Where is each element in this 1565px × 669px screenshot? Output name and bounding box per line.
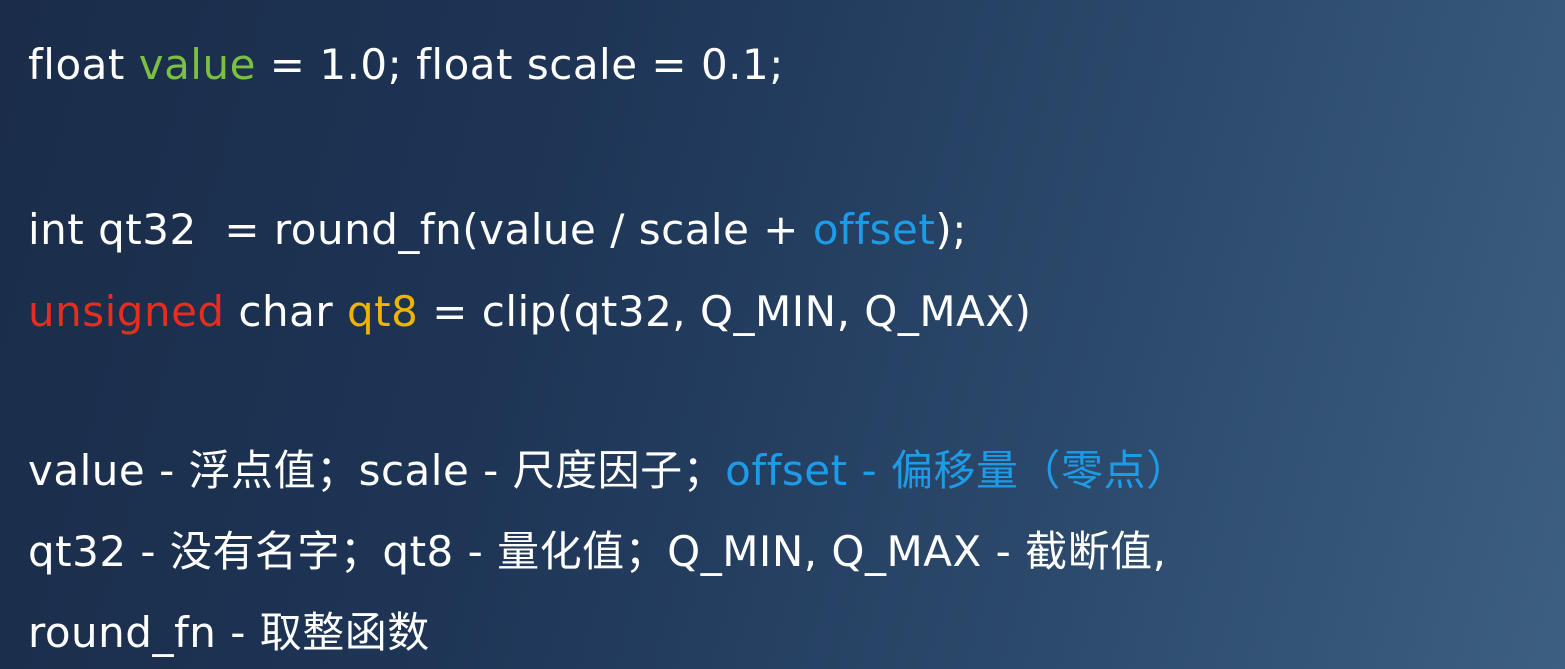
- code-text: int qt32 = round_fn(value / scale +: [28, 205, 813, 254]
- code-text: char: [224, 287, 347, 336]
- note-offset: offset - 偏移量（零点）: [725, 446, 1189, 495]
- code-text: = clip(qt32, Q_MIN, Q_MAX): [418, 287, 1032, 336]
- code-var-value: value: [138, 40, 256, 89]
- code-line-declarations: float value = 1.0; float scale = 0.1;: [28, 37, 784, 93]
- note-text: value - 浮点值；scale - 尺度因子；: [28, 446, 726, 495]
- slide: float value = 1.0; float scale = 0.1; in…: [0, 0, 1565, 669]
- note-line-qt32-qt8: qt32 - 没有名字；qt8 - 量化值；Q_MIN, Q_MAX - 截断值…: [28, 527, 1167, 576]
- code-keyword-unsigned: unsigned: [28, 287, 225, 336]
- code-line-qt32: int qt32 = round_fn(value / scale + offs…: [28, 202, 967, 258]
- code-var-qt8: qt8: [347, 287, 419, 336]
- code-text: = 1.0; float scale = 0.1;: [255, 40, 784, 89]
- code-text: float: [28, 40, 139, 89]
- code-line-qt8: unsigned char qt8 = clip(qt32, Q_MIN, Q_…: [28, 284, 1032, 340]
- code-var-offset: offset: [812, 205, 936, 254]
- note-line-value-scale-offset: value - 浮点值；scale - 尺度因子；offset - 偏移量（零点…: [28, 443, 1188, 499]
- code-text: );: [935, 205, 967, 254]
- note-line-round-fn: round_fn - 取整函数: [28, 608, 430, 657]
